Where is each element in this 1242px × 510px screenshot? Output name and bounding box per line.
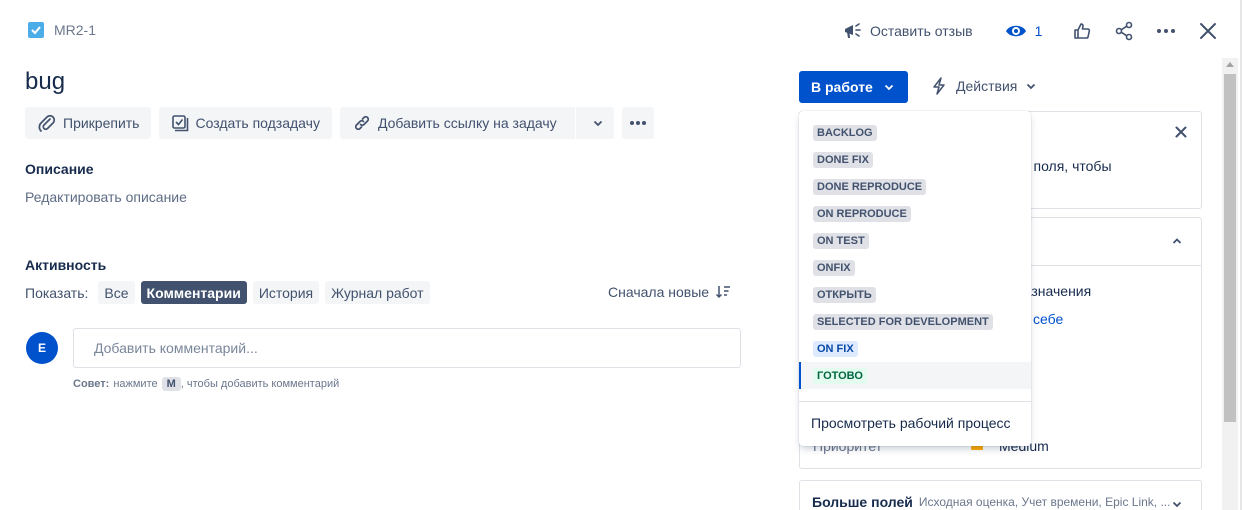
eye-icon xyxy=(1005,25,1026,37)
toolbar-more-button[interactable] xyxy=(621,107,654,139)
status-option[interactable]: BACKLOG xyxy=(799,119,1031,146)
megaphone-icon xyxy=(845,23,861,38)
description-heading: Описание xyxy=(25,161,94,177)
status-lozenge: SELECTED FOR DEVELOPMENT xyxy=(813,313,993,330)
more-actions-button[interactable] xyxy=(1156,21,1176,41)
tip-text-end: , чтобы добавить комментарий xyxy=(180,378,340,390)
status-dropdown-menu: BACKLOG DONE FIX DONE REPRODUCE ON REPRO… xyxy=(799,111,1031,446)
create-subtask-label: Создать подзадачу xyxy=(195,115,320,131)
dismiss-panel-button[interactable] xyxy=(1175,125,1187,141)
link-issue-dropdown-button[interactable] xyxy=(582,107,614,139)
status-option[interactable]: SELECTED FOR DEVELOPMENT xyxy=(799,308,1031,335)
feedback-button[interactable]: Оставить отзыв xyxy=(842,21,973,41)
actions-label: Действия xyxy=(956,78,1018,94)
show-label: Показать: xyxy=(25,284,89,301)
more-horizontal-icon xyxy=(1157,29,1176,33)
scroll-up-arrow-icon[interactable] xyxy=(1226,62,1234,67)
create-subtask-button[interactable]: Создать подзадачу xyxy=(159,107,332,139)
activity-heading: Активность xyxy=(25,257,107,273)
close-icon xyxy=(1200,23,1217,39)
subtask-icon xyxy=(172,115,189,132)
split-divider xyxy=(574,107,576,139)
issue-key[interactable]: MR2-1 xyxy=(54,22,96,38)
filter-all-button[interactable]: Все xyxy=(98,281,135,304)
status-option[interactable]: DONE FIX xyxy=(799,146,1031,173)
status-lozenge: DONE REPRODUCE xyxy=(813,178,927,195)
activity-filters: Показать: Все Комментарии История Журнал… xyxy=(25,281,430,304)
attach-label: Прикрепить xyxy=(63,115,140,131)
status-lozenge: ON REPRODUCE xyxy=(813,205,911,222)
issue-key-breadcrumb[interactable]: MR2-1 xyxy=(28,22,96,38)
filter-worklog-button[interactable]: Журнал работ xyxy=(325,281,430,304)
description-editor[interactable]: Редактировать описание xyxy=(25,189,187,205)
priority-medium-icon xyxy=(971,446,983,450)
link-issue-button[interactable]: Добавить ссылку на задачу xyxy=(340,107,569,139)
more-fields-header[interactable]: Больше полей Исходная оценка, Учет време… xyxy=(812,494,1170,510)
status-lozenge: ГОТОВО xyxy=(813,367,867,384)
more-fields-summary: Исходная оценка, Учет времени, Epic Link… xyxy=(918,495,1171,509)
chevron-down-icon xyxy=(1027,83,1036,90)
share-icon xyxy=(1116,21,1133,41)
task-type-icon xyxy=(28,22,44,38)
status-lozenge: DONE FIX xyxy=(813,151,873,168)
status-lozenge: ONFIX xyxy=(813,259,855,276)
chevron-up-icon xyxy=(1172,238,1182,244)
attach-button[interactable]: Прикрепить xyxy=(25,107,152,139)
close-icon xyxy=(1175,126,1187,138)
status-label: В работе xyxy=(811,79,873,95)
close-issue-button[interactable] xyxy=(1198,21,1218,41)
expand-more-fields-button[interactable] xyxy=(1171,497,1183,510)
filter-comments-button[interactable]: Комментарии xyxy=(140,281,247,304)
chevron-down-icon xyxy=(884,84,893,91)
status-option-hovered[interactable]: ГОТОВО xyxy=(799,362,1031,389)
status-option[interactable]: ОТКРЫТЬ xyxy=(799,281,1031,308)
feedback-label: Оставить отзыв xyxy=(870,23,973,39)
status-lozenge: ОТКРЫТЬ xyxy=(813,286,876,303)
issue-toolbar: Прикрепить Создать подзадачу Добавить сс… xyxy=(25,107,654,139)
keyboard-shortcut: M xyxy=(161,377,181,391)
view-workflow-link[interactable]: Просмотреть рабочий процесс xyxy=(811,415,1011,431)
issue-top-actions: Оставить отзыв 1 xyxy=(842,18,1218,44)
link-issue-split-button: Добавить ссылку на задачу xyxy=(339,107,614,139)
chevron-down-icon xyxy=(1172,501,1182,508)
watch-count: 1 xyxy=(1034,23,1043,39)
chevron-down-icon xyxy=(593,120,602,127)
lightning-icon xyxy=(933,77,945,95)
status-option[interactable]: ONFIX xyxy=(799,254,1031,281)
paperclip-icon xyxy=(38,114,56,132)
status-option[interactable]: ON FIX xyxy=(799,335,1031,362)
thumbs-up-icon xyxy=(1074,23,1091,39)
sort-label: Сначала новые xyxy=(608,284,710,300)
link-issue-label: Добавить ссылку на задачу xyxy=(377,115,557,131)
filter-history-button[interactable]: История xyxy=(252,281,320,304)
link-icon xyxy=(354,115,370,131)
status-transition-button[interactable]: В работе xyxy=(799,71,908,103)
avatar: E xyxy=(26,332,58,364)
watch-button[interactable]: 1 xyxy=(1005,23,1043,39)
more-horizontal-icon xyxy=(629,121,646,125)
tip-prefix: Совет: xyxy=(73,378,110,390)
status-lozenge: ON FIX xyxy=(813,340,858,357)
issue-title[interactable]: bug xyxy=(25,68,65,96)
status-lozenge: ON TEST xyxy=(813,232,869,249)
sort-order-button[interactable]: Сначала новые xyxy=(608,284,731,300)
share-button[interactable] xyxy=(1114,21,1134,41)
like-button[interactable] xyxy=(1072,21,1092,41)
sort-icon xyxy=(716,286,731,299)
status-lozenge: BACKLOG xyxy=(813,124,877,141)
status-option[interactable]: DONE REPRODUCE xyxy=(799,173,1031,200)
comment-tip: Совет: нажмите M , чтобы добавить коммен… xyxy=(73,377,339,391)
status-option[interactable]: ON TEST xyxy=(799,227,1031,254)
assign-to-me-link[interactable]: себе xyxy=(1033,311,1063,327)
tip-text: нажмите xyxy=(113,378,158,390)
more-fields-title: Больше полей xyxy=(812,494,913,510)
actions-button[interactable]: Действия xyxy=(930,76,1037,96)
menu-divider xyxy=(799,401,1031,402)
scrollbar-thumb[interactable] xyxy=(1224,74,1236,422)
comment-input[interactable]: Добавить комментарий... xyxy=(73,328,741,368)
status-option[interactable]: ON REPRODUCE xyxy=(799,200,1031,227)
collapse-details-button[interactable] xyxy=(1171,234,1183,250)
